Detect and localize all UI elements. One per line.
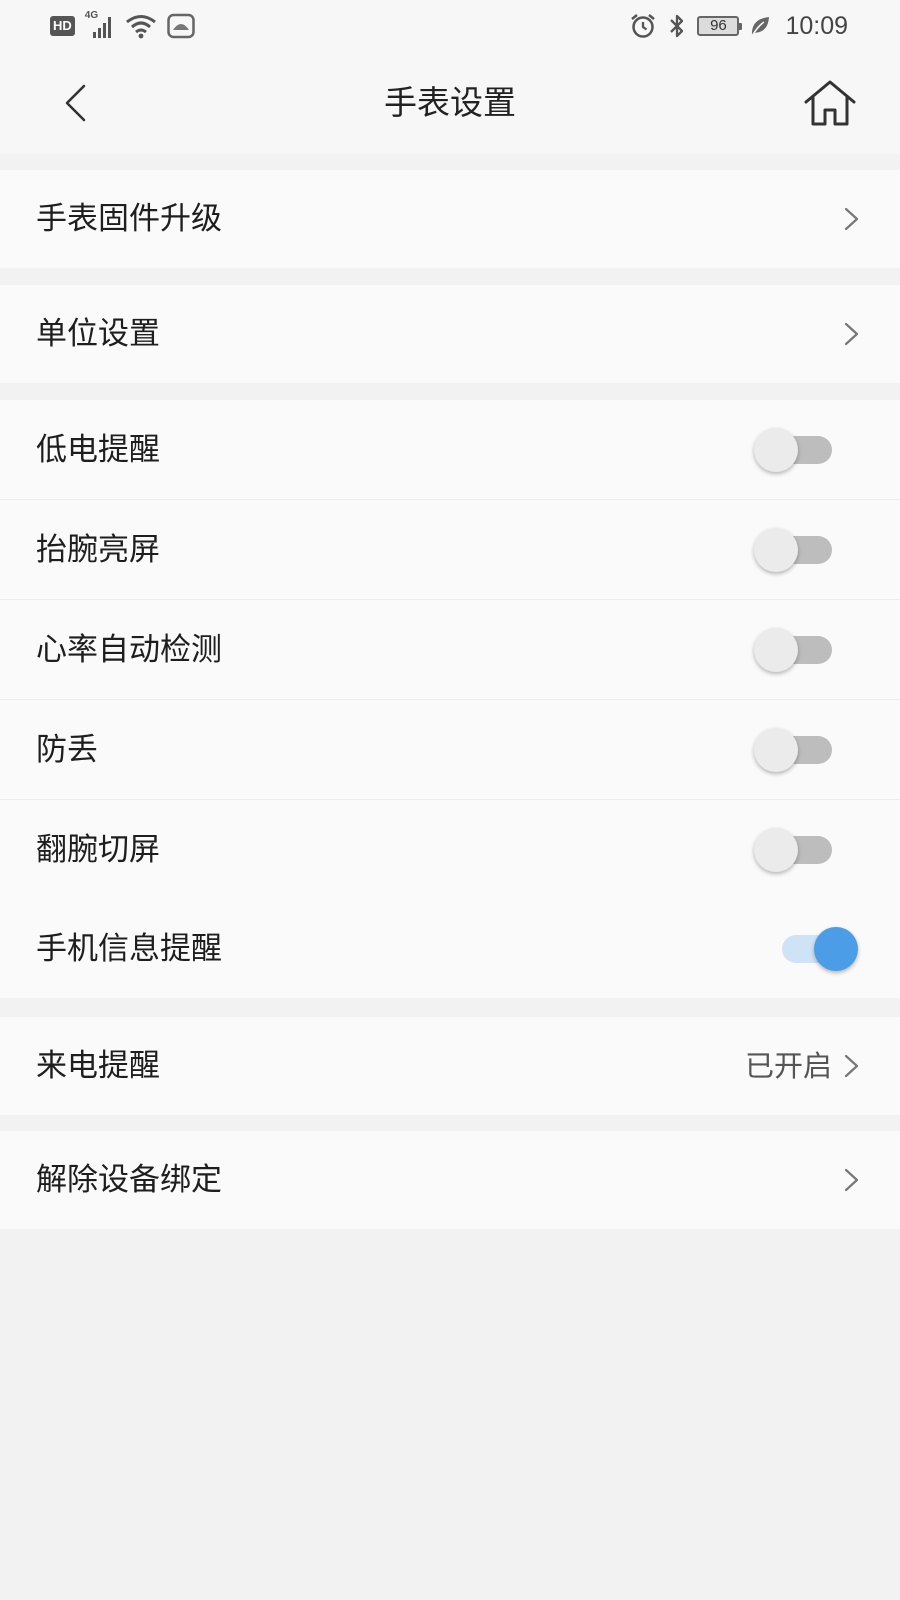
anti-lost-switch[interactable] (748, 728, 848, 772)
switch-knob (754, 828, 798, 872)
low-battery-switch[interactable] (748, 428, 848, 472)
unit-settings-row[interactable]: 单位设置 (0, 285, 900, 383)
alarm-icon (631, 14, 656, 38)
raise-to-wake-switch[interactable] (748, 528, 848, 572)
network-type-label: 4G (84, 10, 99, 21)
hd-badge: HD (50, 16, 75, 36)
switch-knob (754, 428, 798, 472)
toggle-label: 低电提醒 (36, 432, 160, 468)
status-bar-left: HD 4G (50, 10, 195, 40)
unbind-device-label: 解除设备绑定 (36, 1162, 222, 1198)
chevron-right-icon (844, 1168, 859, 1192)
call-reminder-status: 已开启 (744, 1049, 832, 1083)
power-saving-leaf-icon (751, 17, 770, 37)
page-title: 手表设置 (384, 83, 516, 122)
switch-knob (754, 628, 798, 672)
switch-knob (754, 528, 798, 572)
unit-settings-label: 单位设置 (36, 316, 160, 352)
battery-icon: 96 (697, 16, 743, 36)
toggle-label: 防丢 (36, 732, 98, 768)
toggle-row-flip-wrist: 翻腕切屏 (0, 800, 900, 900)
toggle-label: 抬腕亮屏 (36, 532, 160, 568)
firmware-upgrade-label: 手表固件升级 (36, 201, 222, 237)
toggle-label: 翻腕切屏 (36, 832, 160, 868)
switch-knob (754, 728, 798, 772)
status-bar: HD 4G 96 10:09 (0, 0, 900, 52)
bluetooth-icon (670, 14, 684, 38)
phone-notifications-switch[interactable] (766, 927, 866, 971)
home-button[interactable] (800, 74, 860, 132)
call-reminder-label: 来电提醒 (36, 1048, 160, 1084)
call-reminder-row[interactable]: 来电提醒 已开启 (0, 1017, 900, 1115)
status-time: 10:09 (785, 11, 848, 40)
heart-rate-switch[interactable] (748, 628, 848, 672)
chevron-right-icon (844, 1054, 859, 1078)
toggle-row-phone-notifications: 手机信息提醒 (0, 900, 900, 998)
wifi-icon (125, 15, 156, 39)
status-bar-right: 96 10:09 (629, 10, 848, 42)
battery-level: 96 (710, 17, 727, 34)
firmware-upgrade-row[interactable]: 手表固件升级 (0, 170, 900, 268)
app-notification-icon (167, 13, 195, 39)
toggle-row-low-battery: 低电提醒 (0, 400, 900, 500)
toggle-row-anti-lost: 防丢 (0, 700, 900, 800)
unbind-device-row[interactable]: 解除设备绑定 (0, 1131, 900, 1229)
title-bar: 手表设置 (0, 52, 900, 154)
flip-wrist-switch[interactable] (748, 828, 848, 872)
toggle-label: 手机信息提醒 (36, 931, 222, 967)
toggle-row-raise-to-wake: 抬腕亮屏 (0, 500, 900, 600)
home-icon (804, 80, 856, 126)
cellular-signal-icon: 4G (84, 10, 115, 39)
chevron-right-icon (844, 207, 859, 231)
toggle-row-heart-rate: 心率自动检测 (0, 600, 900, 700)
switch-knob (814, 927, 858, 971)
toggle-label: 心率自动检测 (36, 632, 222, 668)
chevron-right-icon (844, 322, 859, 346)
